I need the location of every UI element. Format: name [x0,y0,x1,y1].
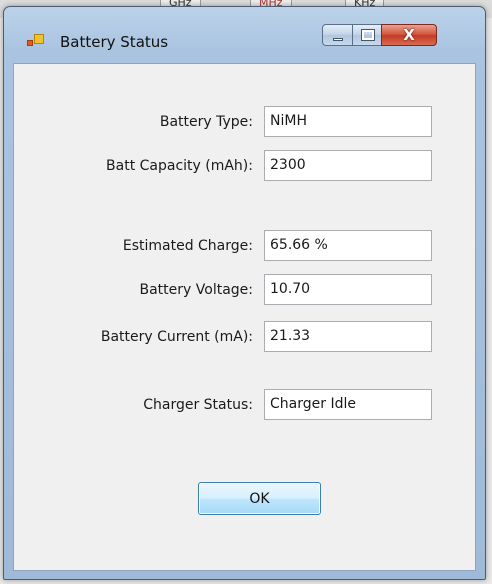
maximize-icon [361,29,375,41]
battery-type-field[interactable]: NiMH [264,106,432,137]
dialog-client-area: Battery Type: NiMH Batt Capacity (mAh): … [13,63,476,571]
row-batt-capacity: Batt Capacity (mAh): 2300 [14,150,477,182]
battery-type-label: Battery Type: [159,114,253,130]
maximize-button[interactable] [352,24,382,46]
close-button[interactable]: X [381,24,437,46]
batt-capacity-label: Batt Capacity (mAh): [106,158,253,174]
battery-status-dialog: Battery Status X Battery Type: NiMH Batt… [3,6,486,580]
close-icon: X [403,26,415,44]
title-bar[interactable]: Battery Status X [4,7,485,63]
battery-voltage-field[interactable]: 10.70 [264,274,432,305]
charger-status-label: Charger Status: [143,397,253,413]
minimize-button[interactable] [322,24,353,46]
minimize-icon [333,38,343,41]
batt-capacity-field[interactable]: 2300 [264,150,432,181]
battery-current-label: Battery Current (mA): [100,329,253,345]
row-charger-status: Charger Status: Charger Idle [14,389,477,421]
estimated-charge-label: Estimated Charge: [122,238,253,254]
battery-voltage-label: Battery Voltage: [139,282,254,298]
app-window-icon [27,34,45,48]
row-battery-current: Battery Current (mA): 21.33 [14,321,477,353]
battery-current-field[interactable]: 21.33 [264,321,432,352]
ok-button[interactable]: OK [198,482,321,515]
window-title: Battery Status [60,33,169,51]
charger-status-field[interactable]: Charger Idle [264,389,432,420]
row-estimated-charge: Estimated Charge: 65.66 % [14,230,477,262]
estimated-charge-field[interactable]: 65.66 % [264,230,432,261]
row-battery-type: Battery Type: NiMH [14,106,477,138]
row-battery-voltage: Battery Voltage: 10.70 [14,274,477,306]
